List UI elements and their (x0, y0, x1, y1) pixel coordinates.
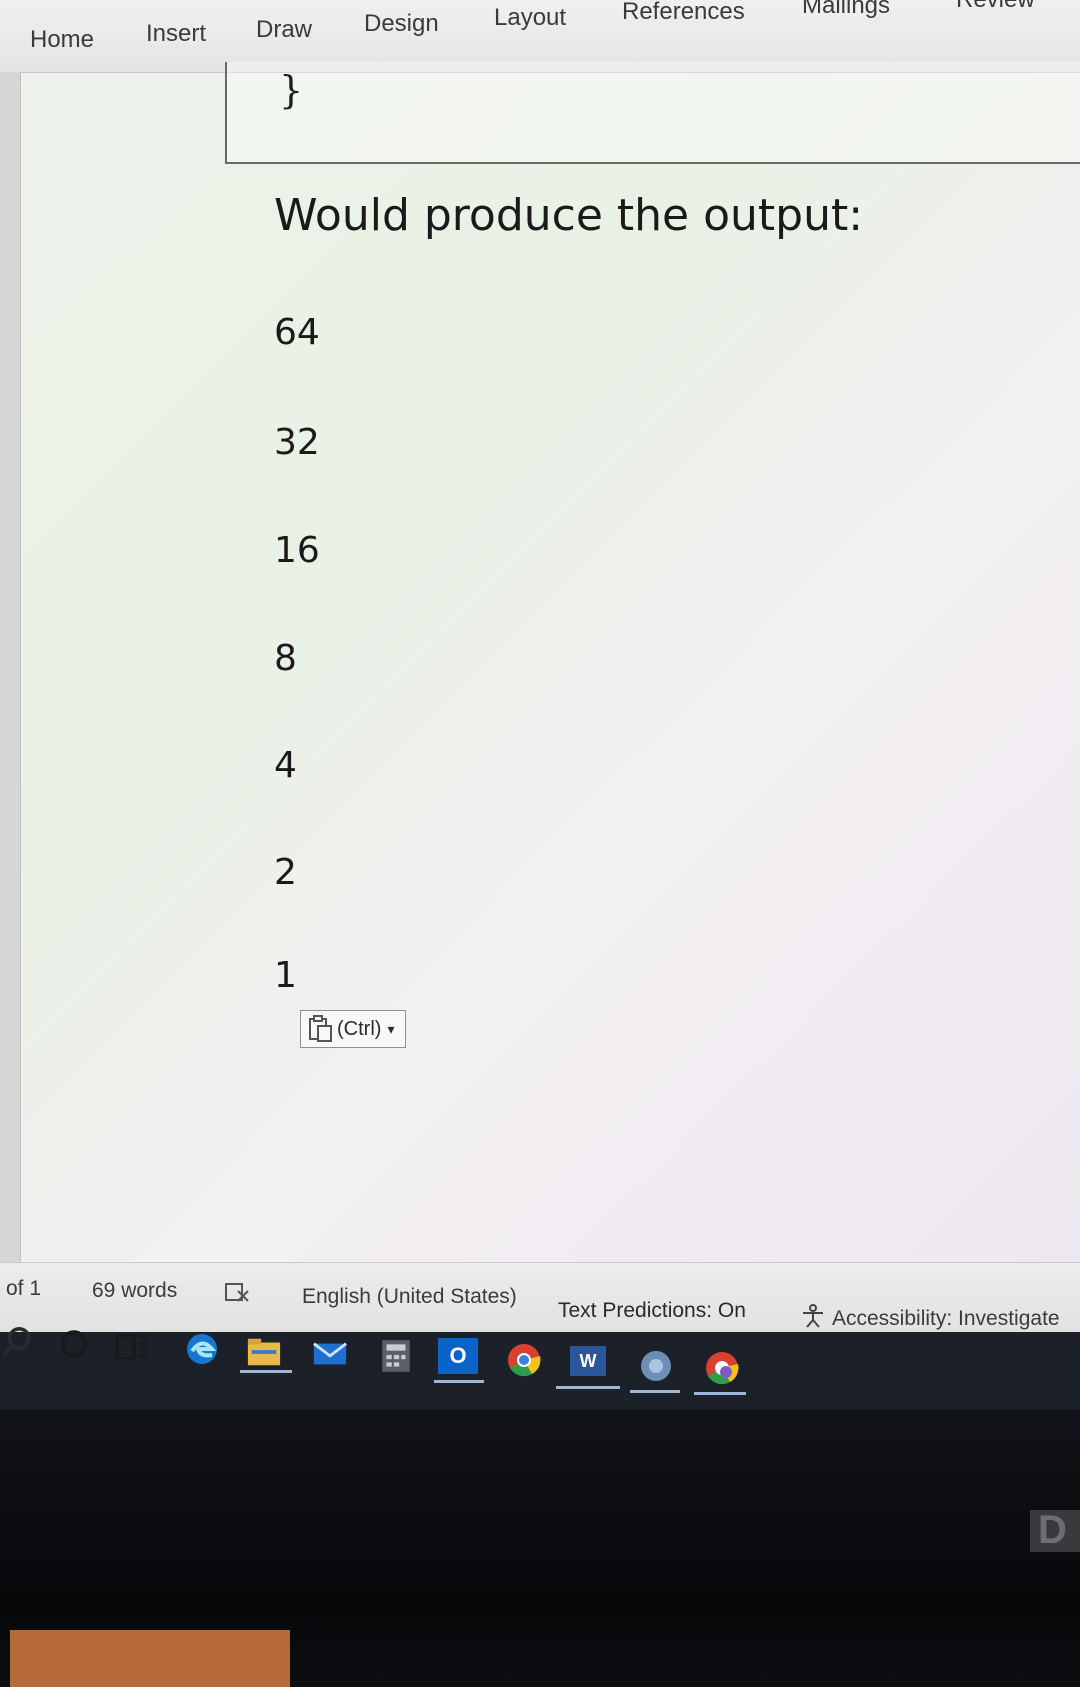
paste-options-label: (Ctrl) (337, 1017, 382, 1040)
chrome-profile-active-indicator (694, 1392, 746, 1395)
accessibility-status[interactable]: Accessibility: Investigate (832, 1307, 1060, 1331)
output-value: 1 (274, 955, 297, 996)
paste-options-button[interactable]: (Ctrl) ▾ (300, 1010, 406, 1048)
output-value: 8 (274, 638, 297, 679)
proofing-icon[interactable] (224, 1281, 250, 1303)
clipboard-icon (309, 1015, 332, 1042)
output-value: 16 (274, 530, 320, 571)
outlook-active-indicator (434, 1380, 484, 1383)
tab-mailings[interactable]: Mailings (802, 0, 890, 20)
tab-design[interactable]: Design (364, 10, 439, 38)
tab-references[interactable]: References (622, 0, 745, 26)
output-heading: Would produce the output: (274, 190, 864, 241)
file-explorer-icon[interactable] (246, 1334, 282, 1370)
file-explorer-active-indicator (240, 1370, 292, 1373)
output-value: 64 (274, 312, 320, 353)
chrome-icon[interactable] (506, 1342, 542, 1378)
tab-layout[interactable]: Layout (494, 4, 566, 32)
task-view-icon[interactable] (114, 1330, 150, 1366)
search-icon[interactable] (0, 1324, 36, 1360)
app-icon[interactable] (638, 1348, 674, 1384)
status-bar: of 1 69 words English (United States) Te… (0, 1262, 1080, 1333)
output-value: 4 (274, 745, 297, 786)
mail-icon[interactable] (312, 1336, 348, 1372)
page-indicator[interactable]: of 1 (6, 1277, 41, 1301)
tab-review[interactable]: Review (956, 0, 1035, 14)
chrome-profile-icon[interactable] (704, 1350, 740, 1386)
code-closing-brace: } (279, 68, 304, 112)
text-predictions-status[interactable]: Text Predictions: On (558, 1299, 746, 1323)
tab-insert[interactable]: Insert (146, 20, 206, 48)
left-margin (0, 72, 21, 1282)
calculator-icon[interactable] (378, 1338, 414, 1374)
code-box: } (225, 62, 1080, 164)
screen: Home Insert Draw Design Layout Reference… (0, 0, 1080, 1410)
accessibility-icon (803, 1304, 823, 1328)
desk-surface (10, 1630, 290, 1687)
bezel-corner-letter: D (1038, 1508, 1067, 1552)
edge-icon[interactable] (184, 1331, 220, 1367)
chevron-down-icon: ▾ (387, 1020, 395, 1037)
tab-home[interactable]: Home (30, 26, 94, 54)
app-active-indicator (630, 1390, 680, 1393)
cortana-icon[interactable] (56, 1326, 92, 1362)
word-icon[interactable]: W (570, 1346, 606, 1376)
output-value: 32 (274, 422, 320, 463)
tab-draw[interactable]: Draw (256, 16, 312, 44)
outlook-icon[interactable]: O (438, 1338, 478, 1374)
word-count[interactable]: 69 words (92, 1279, 177, 1303)
word-active-indicator (556, 1386, 620, 1389)
output-value: 2 (274, 852, 297, 893)
language-indicator[interactable]: English (United States) (302, 1285, 517, 1309)
